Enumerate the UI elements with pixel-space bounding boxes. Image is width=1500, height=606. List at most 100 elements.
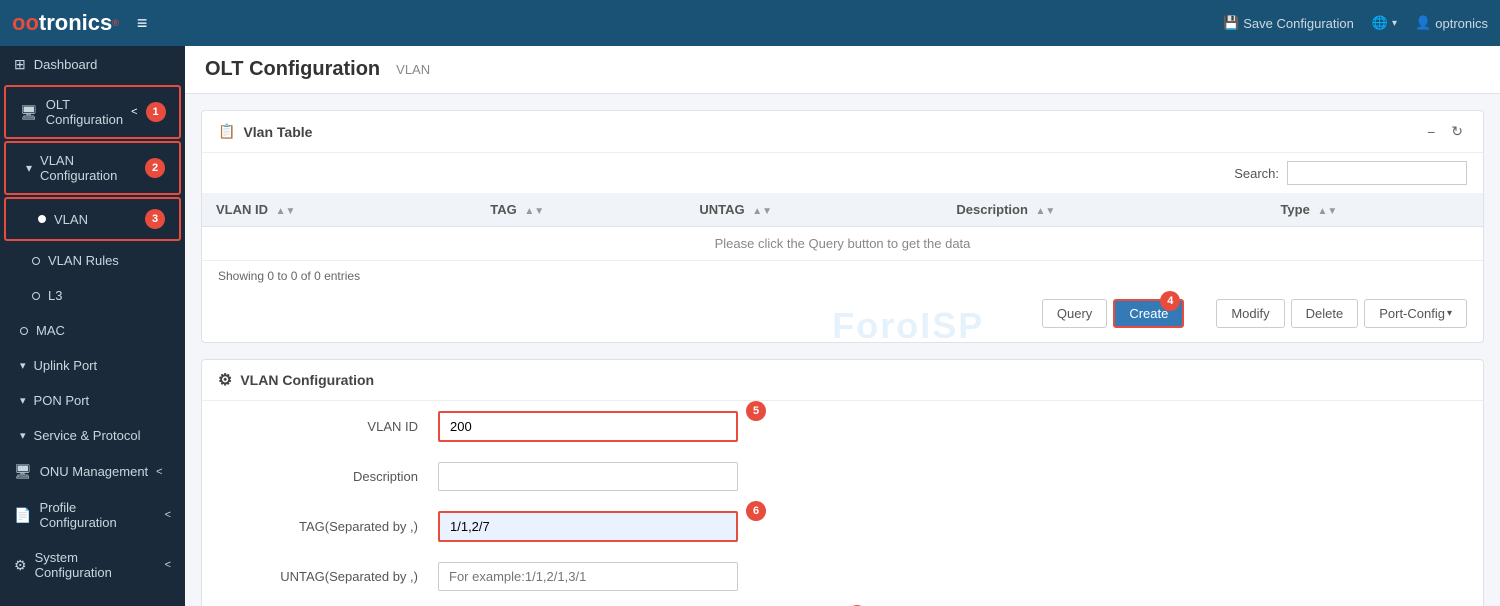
olt-config-chevron: < — [131, 106, 137, 118]
sidebar: ⊞ Dashboard 🖥 OLT Configuration < 1 ▾ VL… — [0, 46, 185, 606]
content-area: OLT Configuration VLAN ForoISP 📋 Vlan Ta… — [185, 46, 1500, 606]
main-layout: ⊞ Dashboard 🖥 OLT Configuration < 1 ▾ VL… — [0, 46, 1500, 606]
monitor-icon-onu: 🖥 — [14, 463, 32, 480]
sidebar-label-pon-port: PON Port — [34, 393, 171, 408]
vlan-config-form-card: ⚙ VLAN Configuration VLAN ID 5 Descripti… — [201, 359, 1484, 606]
chevron-down-icon: ▾ — [1392, 18, 1397, 29]
port-config-label: Port-Config — [1379, 306, 1445, 321]
sidebar-item-onu-management[interactable]: 🖥 ONU Management < — [0, 453, 185, 490]
badge-2: 2 — [145, 158, 165, 178]
monitor-icon: 🖥 — [20, 104, 38, 121]
sidebar-item-service-protocol[interactable]: ▾ Service & Protocol — [0, 418, 185, 453]
page-title: OLT Configuration — [205, 58, 380, 81]
logo: ootronics® — [12, 10, 119, 36]
sidebar-label-vlan-rules: VLAN Rules — [48, 253, 171, 268]
page-header: OLT Configuration VLAN — [185, 46, 1500, 94]
badge-3: 3 — [145, 209, 165, 229]
col-untag: UNTAG ▲▼ — [685, 193, 942, 227]
table-head: VLAN ID ▲▼ TAG ▲▼ UNTAG ▲▼ Description ▲… — [202, 193, 1483, 227]
sidebar-label-mac: MAC — [36, 323, 171, 338]
vlan-table: VLAN ID ▲▼ TAG ▲▼ UNTAG ▲▼ Description ▲… — [202, 193, 1483, 261]
logo-oo: oo — [12, 10, 39, 36]
sidebar-label-vlan: VLAN — [54, 212, 137, 227]
sidebar-label-system-config: System Configuration — [35, 550, 157, 580]
port-config-button[interactable]: Port-Config ▾ — [1364, 299, 1467, 328]
badge-5: 5 — [746, 401, 766, 421]
file-icon: 📄 — [14, 507, 31, 524]
save-icon: 💾 — [1223, 15, 1239, 31]
settings-form-icon: ⚙ — [218, 370, 232, 390]
sidebar-item-profile-config[interactable]: 📄 Profile Configuration < — [0, 490, 185, 540]
globe-icon: 🌐 — [1372, 15, 1388, 31]
empty-message: Please click the Query button to get the… — [202, 227, 1483, 261]
sidebar-item-uplink-port[interactable]: ▾ Uplink Port — [0, 348, 185, 383]
description-input[interactable] — [438, 462, 738, 491]
hamburger-menu[interactable]: ≡ — [133, 9, 152, 38]
settings-icon: ⚙ — [14, 557, 27, 574]
tag-input[interactable] — [438, 511, 738, 542]
tag-label: TAG(Separated by ,) — [218, 519, 438, 534]
profile-chevron: < — [165, 509, 171, 521]
table-toolbar: Search: — [202, 153, 1483, 193]
delete-button[interactable]: Delete — [1291, 299, 1359, 328]
logo-dot: ® — [112, 18, 119, 28]
sidebar-label-profile-config: Profile Configuration — [39, 500, 156, 530]
chevron-down-icon: ▾ — [26, 161, 32, 175]
sidebar-item-vlan[interactable]: VLAN 3 — [4, 197, 181, 241]
form-buttons: Submit 7 Cancel — [202, 601, 1483, 606]
chevron-icon-uplink: ▾ — [20, 359, 26, 372]
table-body: Please click the Query button to get the… — [202, 227, 1483, 261]
col-type: Type ▲▼ — [1266, 193, 1483, 227]
sidebar-item-vlan-rules[interactable]: VLAN Rules — [0, 243, 185, 278]
chevron-icon-service: ▾ — [20, 429, 26, 442]
sidebar-label-onu-management: ONU Management — [40, 464, 148, 479]
vlan-id-label: VLAN ID — [218, 419, 438, 434]
sidebar-item-mac[interactable]: MAC — [0, 313, 185, 348]
sidebar-label-dashboard: Dashboard — [34, 57, 98, 72]
chevron-icon-pon: ▾ — [20, 394, 26, 407]
empty-message-row: Please click the Query button to get the… — [202, 227, 1483, 261]
sidebar-label-service-protocol: Service & Protocol — [34, 428, 171, 443]
sidebar-label-l3: L3 — [48, 288, 171, 303]
dot-icon-l3 — [32, 292, 40, 300]
search-input[interactable] — [1287, 161, 1467, 185]
dropdown-arrow-icon: ▾ — [1447, 308, 1452, 319]
tag-group: TAG(Separated by ,) 6 — [202, 501, 1483, 552]
action-row: Query Create 4 Modify Delete Port-Config… — [202, 291, 1483, 342]
description-label: Description — [218, 469, 438, 484]
search-label: Search: — [1234, 166, 1279, 181]
sidebar-label-vlan-config: VLAN Configuration — [40, 153, 137, 183]
badge-1: 1 — [146, 102, 166, 122]
vlan-table-card: 📋 Vlan Table − ↻ Search: VLAN ID ▲▼ T — [201, 110, 1484, 343]
query-button[interactable]: Query — [1042, 299, 1107, 328]
sidebar-item-dashboard[interactable]: ⊞ Dashboard — [0, 46, 185, 83]
col-tag: TAG ▲▼ — [476, 193, 685, 227]
dot-icon-mac — [20, 327, 28, 335]
table-icon: 📋 — [218, 123, 235, 140]
modify-button[interactable]: Modify — [1216, 299, 1284, 328]
vlan-table-header: 📋 Vlan Table − ↻ — [202, 111, 1483, 153]
save-config-button[interactable]: 💾 Save Configuration — [1223, 15, 1354, 31]
sidebar-item-pon-port[interactable]: ▾ PON Port — [0, 383, 185, 418]
user-menu[interactable]: 👤 optronics — [1415, 15, 1488, 31]
badge-6: 6 — [746, 501, 766, 521]
sidebar-item-system-config[interactable]: ⚙ System Configuration < — [0, 540, 185, 590]
sidebar-item-l3[interactable]: L3 — [0, 278, 185, 313]
logo-tronics: tronics — [39, 10, 112, 36]
col-description: Description ▲▼ — [942, 193, 1266, 227]
sidebar-label-uplink-port: Uplink Port — [34, 358, 171, 373]
system-chevron: < — [165, 559, 171, 571]
language-selector[interactable]: 🌐 ▾ — [1372, 15, 1397, 31]
vlan-id-group: VLAN ID 5 — [202, 401, 1483, 452]
refresh-button[interactable]: ↻ — [1447, 121, 1467, 142]
untag-input[interactable] — [438, 562, 738, 591]
minimize-button[interactable]: − — [1423, 121, 1439, 142]
vlan-form-header: ⚙ VLAN Configuration — [202, 360, 1483, 401]
vlan-id-input[interactable] — [438, 411, 738, 442]
sidebar-label-olt-config: OLT Configuration — [46, 97, 123, 127]
sidebar-item-olt-config[interactable]: 🖥 OLT Configuration < 1 — [4, 85, 181, 139]
card-header-right: − ↻ — [1423, 121, 1467, 142]
card-header-left: 📋 Vlan Table — [218, 123, 312, 140]
showing-entries: Showing 0 to 0 of 0 entries — [202, 261, 1483, 291]
sidebar-item-vlan-config[interactable]: ▾ VLAN Configuration 2 — [4, 141, 181, 195]
